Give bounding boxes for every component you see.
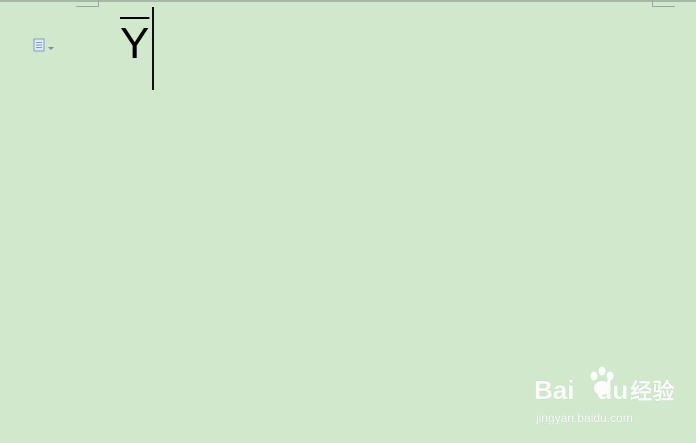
paste-options-button[interactable] bbox=[32, 38, 54, 57]
clipboard-icon bbox=[32, 38, 46, 57]
overlined-character: Y bbox=[120, 19, 150, 68]
margin-corner-mark-right bbox=[652, 0, 675, 7]
margin-corner-mark-left bbox=[76, 0, 99, 7]
triangle-down-icon bbox=[48, 38, 54, 56]
document-text[interactable]: Y bbox=[120, 14, 149, 74]
baidu-jingyan-watermark: Bai du经验 jingyan.baidu.com bbox=[532, 364, 674, 434]
watermark-url: jingyan.baidu.com bbox=[536, 411, 633, 425]
page-top-border bbox=[0, 0, 696, 2]
paw-icon bbox=[588, 366, 616, 411]
text-cursor bbox=[152, 7, 154, 90]
